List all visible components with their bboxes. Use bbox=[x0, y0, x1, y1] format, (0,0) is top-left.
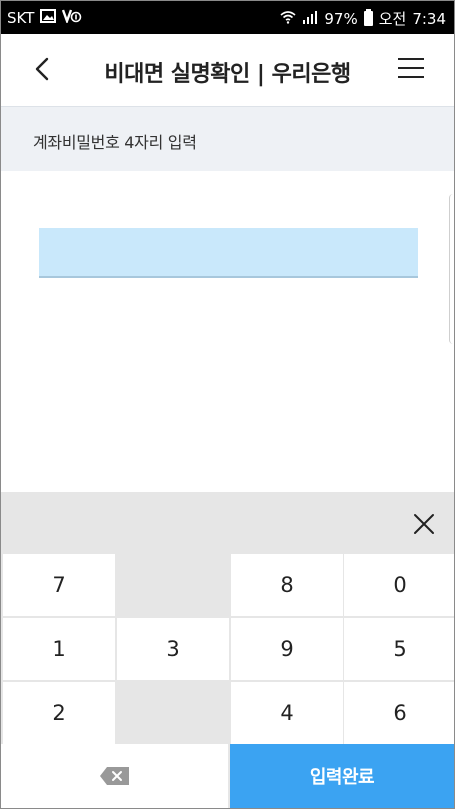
ampm-label: 오전 bbox=[378, 10, 407, 28]
app-header: 비대면 실명확인 | 우리은행 bbox=[1, 34, 454, 105]
keypad-key-2[interactable]: 2 bbox=[3, 682, 115, 744]
status-left: SKT bbox=[7, 8, 82, 27]
wifi-icon bbox=[280, 10, 296, 28]
page-title: 비대면 실명확인 | 우리은행 bbox=[104, 62, 351, 87]
keypad-key-0[interactable]: 0 bbox=[344, 554, 454, 616]
keypad-key-7[interactable]: 7 bbox=[3, 554, 115, 616]
keypad-key-1[interactable]: 1 bbox=[3, 618, 115, 680]
content-area bbox=[1, 171, 454, 492]
keypad-blank-key bbox=[117, 554, 229, 616]
secure-keypad: 7 80 1395 2 46 입력완료 bbox=[1, 492, 454, 808]
keypad-key-9[interactable]: 9 bbox=[231, 618, 343, 680]
keypad-blank-key bbox=[117, 682, 229, 744]
menu-icon-bar bbox=[398, 67, 424, 69]
instruction-label: 계좌비밀번호 4자리 입력 bbox=[33, 133, 197, 152]
menu-icon-bar bbox=[398, 58, 424, 60]
instruction-bar: 계좌비밀번호 4자리 입력 bbox=[1, 106, 454, 171]
close-icon bbox=[414, 514, 434, 534]
menu-icon-bar bbox=[398, 76, 424, 78]
keypad-close-button[interactable] bbox=[412, 512, 436, 536]
keypad-key-4[interactable]: 4 bbox=[231, 682, 343, 744]
app-frame: SKT 97% 오전 7:34 비대면 실명확인 | 우리은행 계좌비밀번호 4… bbox=[0, 0, 455, 809]
backspace-icon bbox=[99, 767, 129, 785]
battery-icon bbox=[363, 9, 373, 26]
scroll-indicator bbox=[449, 194, 454, 344]
battery-percent: 97% bbox=[324, 9, 358, 28]
backspace-button[interactable] bbox=[1, 744, 228, 808]
password-field[interactable] bbox=[39, 228, 418, 278]
keypad-key-6[interactable]: 6 bbox=[344, 682, 454, 744]
submit-button[interactable]: 입력완료 bbox=[230, 744, 454, 808]
keypad-key-3[interactable]: 3 bbox=[117, 618, 229, 680]
status-right: 97% 오전 7:34 bbox=[280, 8, 446, 29]
signal-icon bbox=[302, 10, 318, 28]
image-icon bbox=[40, 8, 57, 27]
keypad-key-5[interactable]: 5 bbox=[344, 618, 454, 680]
carrier-label: SKT bbox=[7, 8, 35, 27]
status-bar: SKT 97% 오전 7:34 bbox=[1, 1, 454, 34]
time-label: 7:34 bbox=[412, 9, 446, 28]
volte-icon bbox=[62, 8, 82, 27]
menu-button[interactable] bbox=[398, 58, 424, 80]
keypad-key-8[interactable]: 8 bbox=[231, 554, 343, 616]
